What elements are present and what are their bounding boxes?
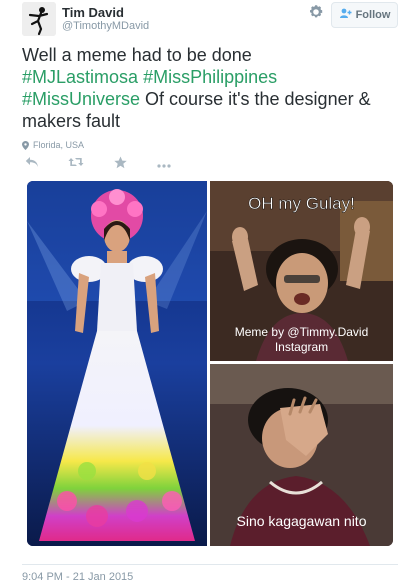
gear-icon[interactable] xyxy=(308,4,324,20)
meme-photo-top[interactable]: OH my Gulay! Meme by @Timmy.David Instag… xyxy=(210,181,393,361)
meme-credit-line1: Meme by @Timmy.David xyxy=(235,325,369,339)
follow-label: Follow xyxy=(355,9,391,21)
meme-credit-line2: Instagram xyxy=(275,340,328,354)
reply-icon[interactable] xyxy=(24,156,40,172)
tweet-timestamp[interactable]: 9:04 PM - 21 Jan 2015 xyxy=(22,571,133,583)
gown-photo[interactable] xyxy=(27,181,207,546)
hashtag-link[interactable]: #MissUniverse xyxy=(22,89,140,109)
more-icon[interactable] xyxy=(156,156,172,172)
meme-photo-bottom[interactable]: Sino kagagawan nito xyxy=(210,364,393,546)
tweet-actions xyxy=(24,156,172,172)
follow-button[interactable]: Follow xyxy=(331,2,398,28)
retweet-icon[interactable] xyxy=(68,156,84,172)
tweet-text: Well a meme had to be done #MJLastimosa … xyxy=(22,44,402,132)
user-plus-icon xyxy=(339,8,352,22)
location-label: Florida, USA xyxy=(33,140,85,150)
avatar[interactable] xyxy=(22,2,56,36)
location-pin-icon xyxy=(22,140,29,150)
hashtag-link[interactable]: #MissPhilippines xyxy=(143,67,277,87)
tweet-media[interactable]: OH my Gulay! Meme by @Timmy.David Instag… xyxy=(27,181,393,546)
meme-caption-top: OH my Gulay! xyxy=(248,194,355,213)
tweet-location[interactable]: Florida, USA xyxy=(22,140,84,150)
tweet-text-start: Well a meme had to be done xyxy=(22,45,252,65)
divider xyxy=(22,564,398,565)
author-fullname[interactable]: Tim David xyxy=(62,5,124,20)
author-screenname[interactable]: @TimothyMDavid xyxy=(62,20,149,32)
tweet-header: Tim David @TimothyMDavid Follow xyxy=(22,2,400,38)
hashtag-link[interactable]: #MJLastimosa xyxy=(22,67,138,87)
star-icon[interactable] xyxy=(112,156,128,172)
meme-caption-bottom: Sino kagagawan nito xyxy=(237,513,367,529)
